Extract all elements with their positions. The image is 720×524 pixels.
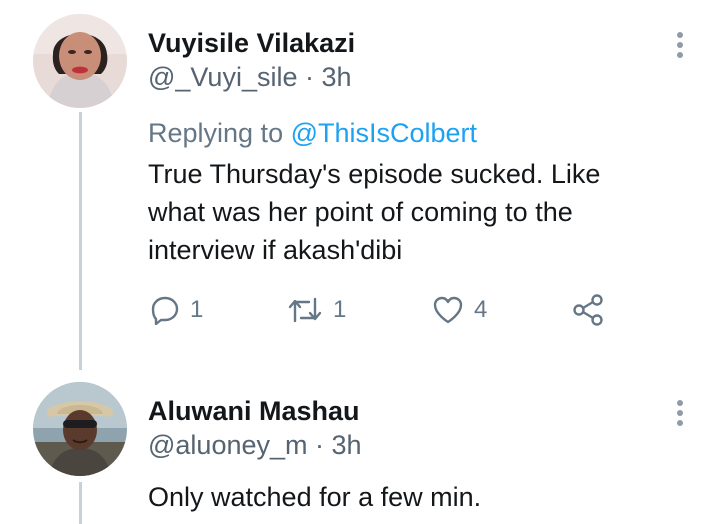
tweet-text: True Thursday's episode sucked. Like wha… (148, 155, 693, 269)
display-name[interactable]: Aluwani Mashau (148, 396, 360, 427)
tweet-text-line: what was her point of coming to the (148, 197, 573, 227)
reply-button[interactable]: 1 (150, 292, 203, 328)
user-handle[interactable]: @_Vuyi_sile (148, 62, 297, 92)
handle-separator: · (315, 430, 325, 460)
handle-and-time[interactable]: @aluoney_m · 3h (148, 430, 362, 461)
mention-link[interactable]: @ThisIsColbert (291, 118, 477, 148)
display-name[interactable]: Vuyisile Vilakazi (148, 28, 355, 59)
avatar[interactable] (33, 382, 127, 476)
retweet-icon (288, 297, 322, 323)
tweet-text-line: True Thursday's episode sucked. Like (148, 159, 601, 189)
more-vertical-icon[interactable] (670, 400, 690, 434)
replying-to: Replying to @ThisIsColbert (148, 118, 477, 149)
retweet-button[interactable]: 1 (287, 292, 346, 328)
like-button[interactable]: 4 (432, 292, 487, 328)
handle-separator: · (305, 62, 314, 92)
avatar-photo (33, 382, 127, 476)
heart-icon (433, 296, 463, 324)
reply-bubble-icon (151, 296, 179, 325)
tweet-text: Only watched for a few min. (148, 482, 482, 512)
handle-and-time[interactable]: @_Vuyi_sile · 3h (148, 62, 352, 93)
like-count: 4 (474, 296, 488, 323)
tweet-time[interactable]: 3h (322, 62, 352, 92)
user-handle[interactable]: @aluoney_m (148, 430, 308, 460)
tweet-thread: Vuyisile Vilakazi @_Vuyi_sile · 3h Reply… (0, 0, 720, 524)
tweet-time[interactable]: 3h (332, 430, 362, 460)
more-vertical-icon[interactable] (670, 32, 690, 66)
replying-to-label: Replying to (148, 118, 291, 148)
thread-connector-line (79, 112, 82, 370)
share-button[interactable] (572, 292, 606, 328)
avatar-photo (33, 14, 127, 108)
tweet-text-line: interview if akash'dibi (148, 235, 403, 265)
retweet-count: 1 (333, 296, 347, 323)
reply-count: 1 (190, 296, 204, 323)
avatar[interactable] (33, 14, 127, 108)
share-icon (573, 294, 603, 326)
thread-connector-line-bottom (79, 482, 82, 524)
